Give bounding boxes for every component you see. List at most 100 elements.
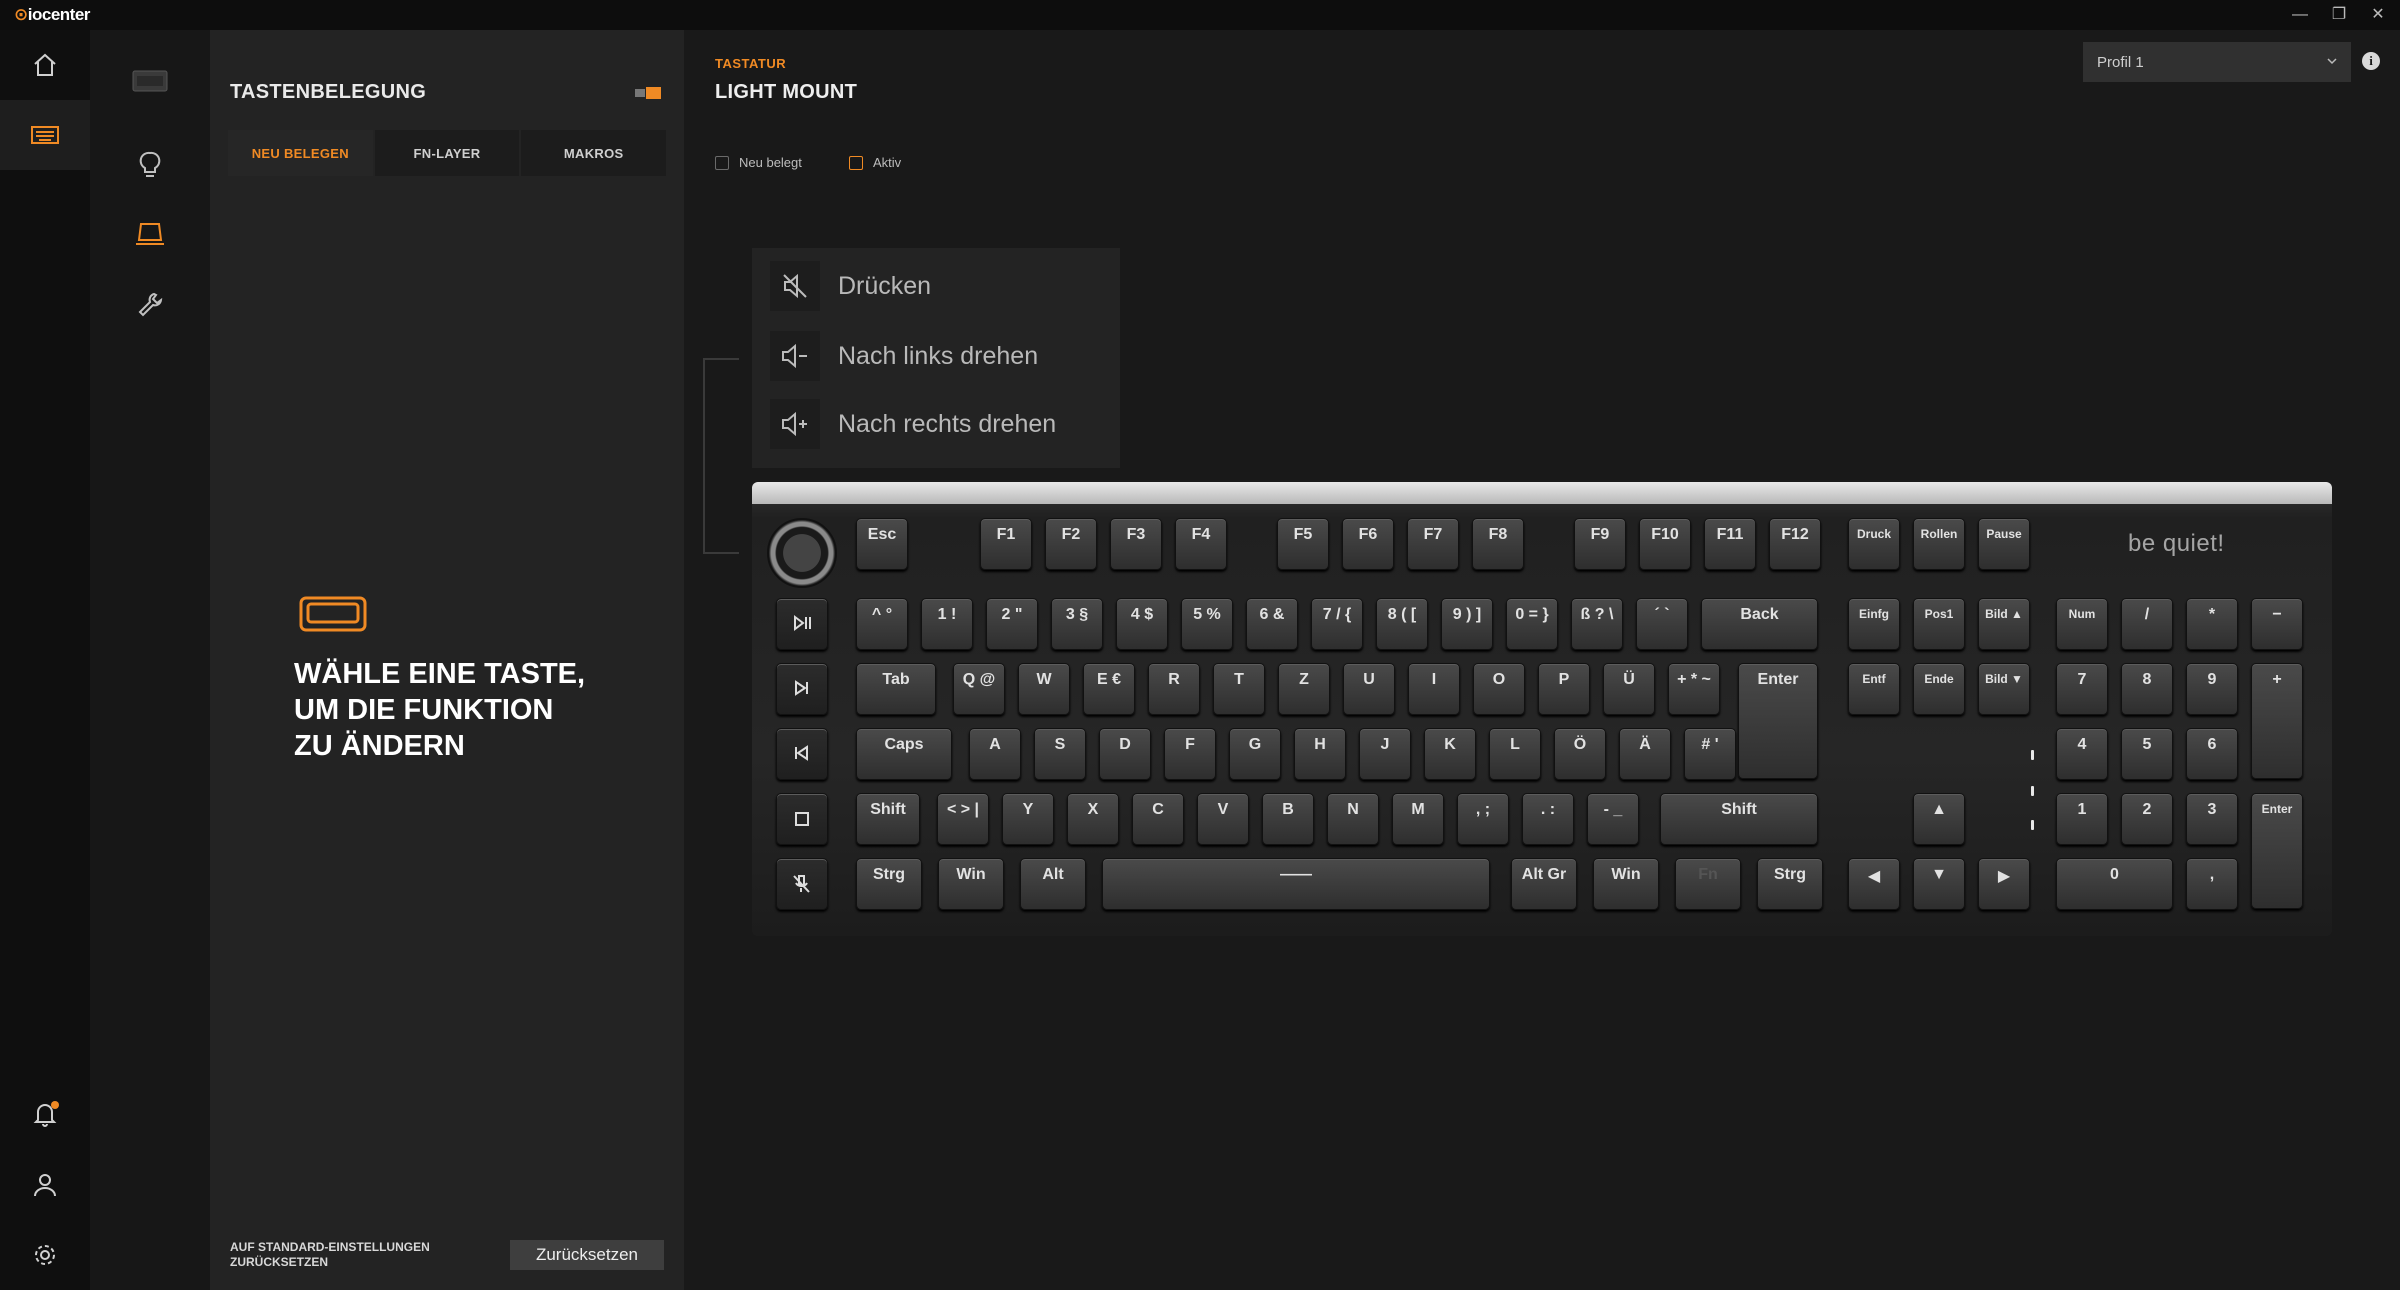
key-numpad[interactable]: 3 [2186,793,2238,845]
key-numpad[interactable]: − [2251,598,2303,650]
key-nav[interactable]: Bild ▼ [1978,663,2030,715]
user-icon[interactable] [27,1167,63,1203]
key-numpad[interactable]: 1 [2056,793,2108,845]
key-numpad[interactable]: 4 [2056,728,2108,780]
tab-neu-belegen[interactable]: NEU BELEGEN [228,130,373,176]
home-icon[interactable] [27,47,63,83]
key-letter[interactable]: + * ~ [1668,663,1720,715]
key-letter[interactable]: J [1359,728,1411,780]
key-arrow[interactable]: ▶ [1978,858,2030,910]
key-arrow[interactable]: ▼ [1913,858,1965,910]
key-f12[interactable]: F12 [1769,518,1821,570]
key-number-row[interactable]: 6 & [1246,598,1298,650]
key-f7[interactable]: F7 [1407,518,1459,570]
profile-select[interactable]: Profil 1 [2083,42,2351,82]
key-letter[interactable]: Ä [1619,728,1671,780]
key-win-right[interactable]: Win [1593,858,1659,910]
key-enter[interactable]: Enter [1738,663,1818,779]
key-letter[interactable]: Z [1278,663,1330,715]
key-f6[interactable]: F6 [1342,518,1394,570]
key-letter[interactable]: # ' [1684,728,1736,780]
key-number-row[interactable]: 4 $ [1116,598,1168,650]
reset-button[interactable]: Zurücksetzen [510,1240,664,1270]
key-numpad[interactable]: Num [2056,598,2108,650]
media-key-previous-track[interactable] [776,728,828,780]
media-key-next-track[interactable] [776,663,828,715]
key-letter[interactable]: I [1408,663,1460,715]
key-nav[interactable]: Ende [1913,663,1965,715]
key-numpad[interactable]: 2 [2121,793,2173,845]
key-pause[interactable]: Pause [1978,518,2030,570]
key-druck[interactable]: Druck [1848,518,1900,570]
keyboard-icon[interactable] [27,117,63,153]
key-tab[interactable]: Tab [856,663,936,715]
settings-icon[interactable] [27,1237,63,1273]
key-rollen[interactable]: Rollen [1913,518,1965,570]
key-letter[interactable]: D [1099,728,1151,780]
key-arrow[interactable]: ◀ [1848,858,1900,910]
key-number-row[interactable]: 1 ! [921,598,973,650]
key-letter[interactable]: Q @ [953,663,1005,715]
key-letter[interactable]: O [1473,663,1525,715]
tab-fn-layer[interactable]: FN-LAYER [374,130,520,176]
key-nav[interactable]: Entf [1848,663,1900,715]
key-letter[interactable]: W [1018,663,1070,715]
key-number-row[interactable]: 2 " [986,598,1038,650]
key-nav[interactable]: Bild ▲ [1978,598,2030,650]
keyboard-preview-icon[interactable] [132,68,168,94]
key-number-row[interactable]: 3 § [1051,598,1103,650]
key-letter[interactable]: Ö [1554,728,1606,780]
key-letter[interactable]: U [1343,663,1395,715]
key-ctrl-right[interactable]: Strg [1757,858,1823,910]
key-f5[interactable]: F5 [1277,518,1329,570]
key-number-row[interactable]: 9 ) ] [1441,598,1493,650]
key-numpad-enter[interactable]: Enter [2251,793,2303,909]
keyboard-remap-icon[interactable] [134,220,166,250]
knob-action-press[interactable]: Drücken [752,252,1120,320]
media-key-play-pause[interactable] [776,598,828,650]
key-f2[interactable]: F2 [1045,518,1097,570]
lightbulb-icon[interactable] [136,150,164,180]
key-letter[interactable]: E € [1083,663,1135,715]
key-f8[interactable]: F8 [1472,518,1524,570]
key-letter[interactable]: V [1197,793,1249,845]
key-letter[interactable]: < > | [937,793,989,845]
key-letter[interactable]: C [1132,793,1184,845]
key-nav[interactable]: Einfg [1848,598,1900,650]
key-letter[interactable]: G [1229,728,1281,780]
key-shift-right[interactable]: Shift [1660,793,1818,845]
key-letter[interactable]: , ; [1457,793,1509,845]
key-f11[interactable]: F11 [1704,518,1756,570]
key-number-row[interactable]: ß ? \ [1571,598,1623,650]
key-letter[interactable]: T [1213,663,1265,715]
key-letter[interactable]: M [1392,793,1444,845]
media-key-mute-mic[interactable] [776,858,828,910]
knob-action-rotate-right[interactable]: Nach rechts drehen [752,390,1120,458]
key-caps[interactable]: Caps [856,728,952,780]
key-letter[interactable]: K [1424,728,1476,780]
key-number-row[interactable]: ´ ` [1636,598,1688,650]
panel-toggle[interactable] [635,86,661,99]
tab-makros[interactable]: MAKROS [521,130,667,176]
key-numpad[interactable]: * [2186,598,2238,650]
key-number-row[interactable]: 0 = } [1506,598,1558,650]
key-numpad[interactable]: 5 [2121,728,2173,780]
key-number-row[interactable]: 8 ( [ [1376,598,1428,650]
key-f4[interactable]: F4 [1175,518,1227,570]
key-letter[interactable]: X [1067,793,1119,845]
key-fn[interactable]: Fn [1675,858,1741,910]
key-numpad[interactable]: 6 [2186,728,2238,780]
key-space[interactable]: —— [1102,858,1490,910]
key-letter[interactable]: B [1262,793,1314,845]
key-f3[interactable]: F3 [1110,518,1162,570]
key-number-row[interactable]: 5 % [1181,598,1233,650]
key-shift-left[interactable]: Shift [856,793,920,845]
key-letter[interactable]: L [1489,728,1541,780]
key-numpad[interactable]: / [2121,598,2173,650]
key-letter[interactable]: Y [1002,793,1054,845]
key-backspace[interactable]: Back [1701,598,1818,650]
key-letter[interactable]: H [1294,728,1346,780]
key-letter[interactable]: R [1148,663,1200,715]
key-letter[interactable]: S [1034,728,1086,780]
key-letter[interactable]: P [1538,663,1590,715]
